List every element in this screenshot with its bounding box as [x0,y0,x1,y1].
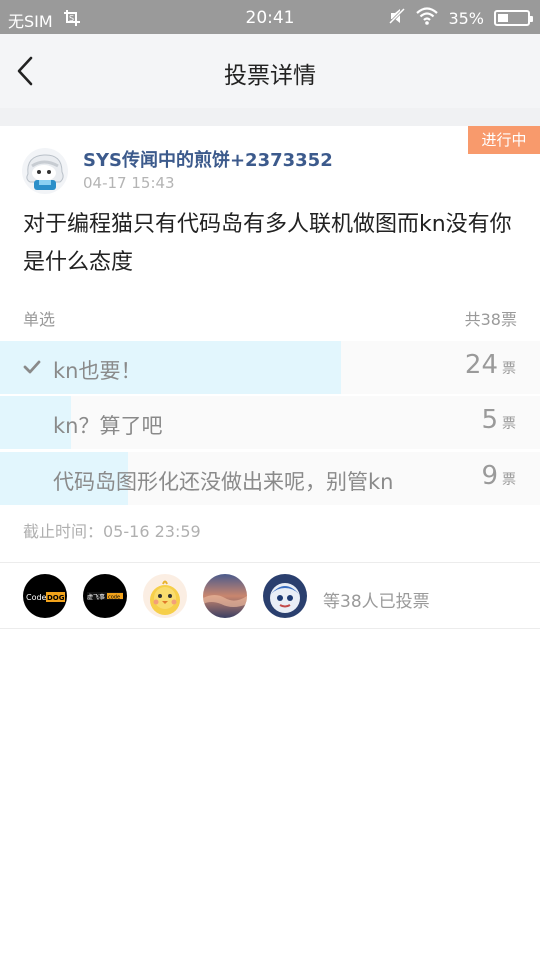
poll-deadline: 截止时间：05-16 23:59 [23,522,201,541]
voters-summary: 等38人已投票 [323,592,430,612]
voter-avatar-chick[interactable] [143,574,187,618]
status-bar: 无SIM S 20:41 35% [0,0,540,34]
title-bar: 投票详情 [0,34,540,108]
voter-avatar-codecraft[interactable]: 虚飞事 code [83,574,127,618]
voters-row[interactable]: Code DOG 虚飞事 code 等38人已投票 [0,563,540,628]
battery-icon [494,10,533,26]
svg-text:code: code [108,595,120,601]
author-name[interactable]: SYS传闻中的煎饼+2373352 [83,146,333,172]
voter-avatar-sky[interactable] [203,574,247,618]
option-label: 代码岛图形化还没做出来呢，别管kn [53,470,394,494]
voter-avatar-mascot[interactable] [263,574,307,618]
voter-avatar-codedog[interactable]: Code DOG [23,574,67,618]
poll-meta: 单选 共38票 [23,306,517,330]
option-label: kn也要！ [53,359,142,383]
poll-option-2[interactable]: kn？算了吧 5票 [0,396,540,449]
vote-unit: 票 [502,416,516,432]
wifi-icon [416,7,439,29]
option-vote-count: 5 [481,405,498,435]
option-vote-count: 24 [464,350,498,380]
section-gap [0,108,540,126]
poll-question: 对于编程猫只有代码岛有多人联机做图而kn没有你是什么态度 [23,212,512,275]
svg-text:虚飞事: 虚飞事 [87,593,105,601]
author-avatar[interactable] [22,148,68,194]
poll-option-1[interactable]: kn也要！ 24 票 [0,341,540,394]
vote-unit: 票 [502,361,516,377]
poll-option-3[interactable]: 代码岛图形化还没做出来呢，别管kn 9票 [0,452,540,505]
poll-post: 进行中 SYS传闻中的煎饼+2373352 04-17 15:43 对于编程猫只… [0,126,540,562]
divider [0,628,540,629]
svg-text:DOG: DOG [47,594,65,602]
checkmark-icon [23,360,41,374]
post-time: 04-17 15:43 [83,174,175,192]
status-badge: 进行中 [468,126,540,154]
svg-text:Code: Code [26,593,47,602]
battery-percent: 35% [448,8,484,28]
option-bar [0,341,342,394]
vote-unit: 票 [502,472,516,488]
option-label: kn？算了吧 [53,414,163,438]
poll-type-label: 单选 [23,310,56,329]
page-title: 投票详情 [224,63,316,89]
battery-fill [498,14,508,22]
option-vote-count: 9 [481,461,498,491]
mute-icon [388,7,406,29]
poll-total-votes: 共38票 [464,310,517,329]
